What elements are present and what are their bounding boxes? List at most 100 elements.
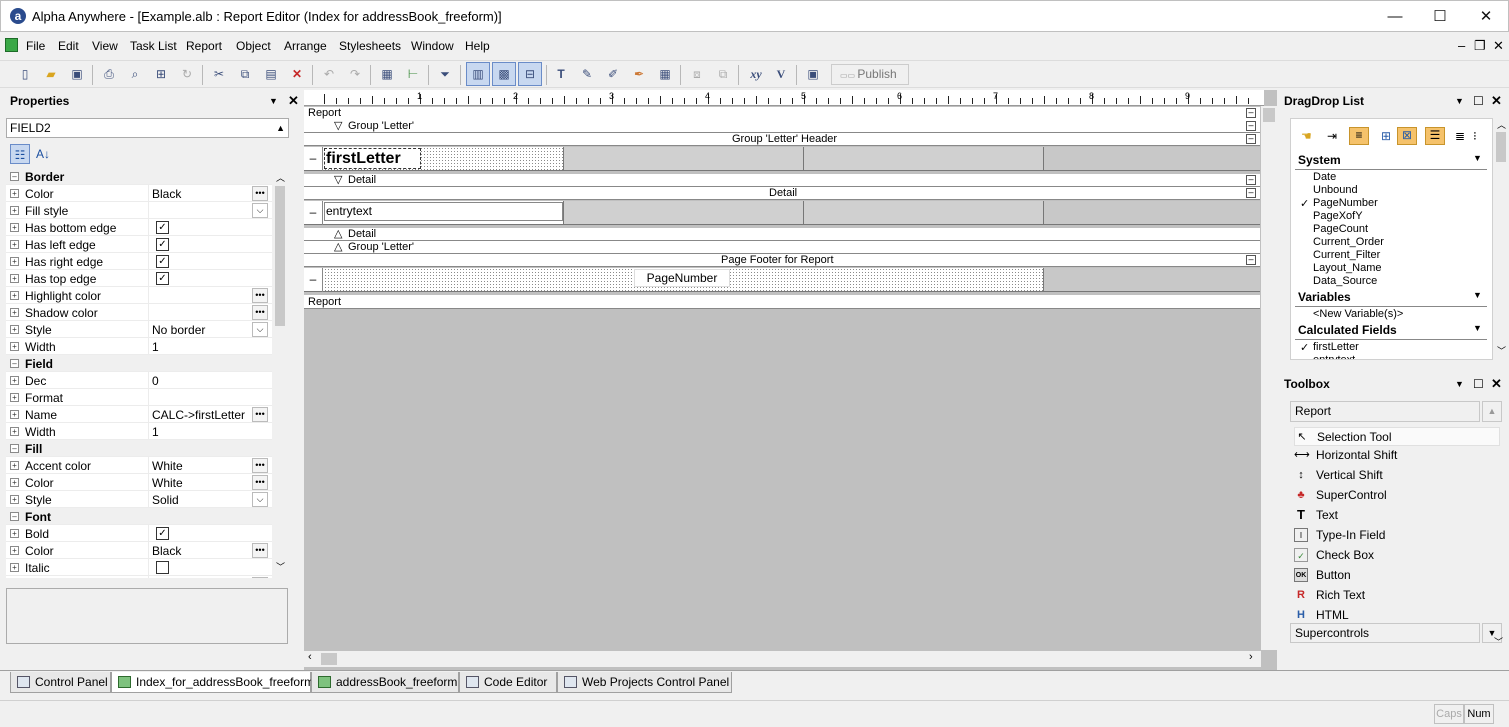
dragdrop-scrollbar[interactable]: ︿ ﹀ <box>1493 118 1509 358</box>
categorized-view-icon[interactable]: ☷ <box>10 144 30 164</box>
chevron-down-icon[interactable]: ⌵ <box>252 492 268 507</box>
chevron-down-icon[interactable]: ⌵ <box>252 577 268 578</box>
property-row[interactable]: + Has right edge ✓ <box>6 253 272 270</box>
property-row[interactable]: + Width 1 <box>6 423 272 440</box>
publish-button[interactable]: ▭▭ Publish <box>831 64 909 85</box>
delete-icon[interactable]: ✕ <box>288 65 306 83</box>
scroll-down-icon[interactable]: ﹀ <box>1497 344 1506 357</box>
list-view-icon[interactable]: ≡ <box>1349 127 1369 145</box>
document-icon[interactable] <box>5 38 18 52</box>
filter-icon[interactable]: ⏷ <box>436 65 454 83</box>
sort-icon[interactable]: ≣ <box>1455 129 1465 143</box>
scroll-right-icon[interactable]: › <box>1249 651 1253 663</box>
expand-icon[interactable]: + <box>10 189 19 198</box>
property-row[interactable]: + Style No border ⌵ <box>6 321 272 338</box>
property-row[interactable]: + Format <box>6 389 272 406</box>
collapse-icon[interactable]: – <box>1246 108 1256 118</box>
open-icon[interactable]: ▰ <box>42 65 60 83</box>
property-value[interactable]: Black <box>152 187 181 201</box>
ellipsis-button[interactable]: ••• <box>252 407 268 422</box>
menu-file[interactable]: File <box>26 39 45 53</box>
ellipsis-button[interactable]: ••• <box>252 475 268 490</box>
format-icon[interactable]: ✐ <box>604 65 622 83</box>
redo-icon[interactable]: ↷ <box>346 65 364 83</box>
list-item[interactable]: Unbound <box>1313 184 1358 196</box>
scroll-left-icon[interactable]: ‹ <box>308 651 312 663</box>
property-category[interactable]: – Field <box>6 355 272 372</box>
tool-text[interactable]: T Text <box>1294 506 1500 525</box>
relations-icon[interactable]: ⊢ <box>404 65 422 83</box>
edit-text-icon[interactable]: ✎ <box>578 65 596 83</box>
ellipsis-button[interactable]: ••• <box>252 458 268 473</box>
report-header-band[interactable]: Report – <box>304 107 1260 120</box>
section-handle[interactable]: – <box>306 272 320 286</box>
expand-icon[interactable]: + <box>10 291 19 300</box>
tree-toggle-icon[interactable]: ⊟ <box>518 62 542 86</box>
property-row[interactable]: + Has top edge ✓ <box>6 270 272 287</box>
property-value[interactable]: 0 <box>152 374 159 388</box>
scroll-up-icon[interactable]: ︿ <box>276 171 285 184</box>
property-value[interactable]: Solid <box>152 493 179 507</box>
property-row[interactable]: + Name CALC->firstLetter ••• <box>6 406 272 423</box>
property-checkbox[interactable]: ✓ <box>156 221 169 234</box>
new-icon[interactable]: ▯ <box>16 65 34 83</box>
property-row[interactable]: + Color Black ••• <box>6 185 272 202</box>
list-item[interactable]: Current_Filter <box>1313 249 1380 261</box>
detail-collapse-band[interactable]: ▽ Detail – <box>304 174 1260 187</box>
tab-code-editor[interactable]: Code Editor <box>459 672 557 693</box>
group-view-icon[interactable]: ⊠ <box>1397 127 1417 145</box>
print-icon[interactable]: ⎙ <box>100 65 118 83</box>
chevron-down-icon[interactable]: ▼ <box>1473 323 1482 333</box>
panel-menu-icon[interactable]: ▼ <box>1455 90 1464 112</box>
copy-icon[interactable]: ⧉ <box>236 65 254 83</box>
page-footer-band[interactable]: Page Footer for Report – <box>304 254 1260 267</box>
tool-rich-text[interactable]: R Rich Text <box>1294 586 1500 605</box>
image-icon[interactable]: ▣ <box>804 65 822 83</box>
chevron-down-icon[interactable]: ⌵ <box>252 322 268 337</box>
tab-addressbook-freeform[interactable]: addressBook_freeform <box>311 672 459 693</box>
text-style-icon[interactable]: T <box>552 65 570 83</box>
mdi-restore-icon[interactable]: ❐ <box>1474 38 1486 54</box>
property-row[interactable]: + Has left edge ✓ <box>6 236 272 253</box>
group-letter-band[interactable]: ▽ Group 'Letter' – <box>304 120 1260 133</box>
mdi-close-icon[interactable]: ✕ <box>1493 38 1504 54</box>
expand-icon[interactable]: + <box>10 342 19 351</box>
list-item[interactable]: entrytext <box>1313 354 1355 359</box>
scroll-thumb[interactable] <box>321 653 337 665</box>
property-checkbox[interactable]: ✓ <box>156 272 169 285</box>
field-list-icon[interactable]: ⇥ <box>1327 129 1337 143</box>
firstletter-field[interactable]: firstLetter <box>324 148 421 169</box>
canvas-vertical-scrollbar[interactable] <box>1261 106 1277 650</box>
new-variable-item[interactable]: <New Variable(s)> <box>1313 308 1403 320</box>
list-item[interactable]: PageNumber <box>1313 197 1378 209</box>
property-row[interactable]: + Shadow color ••• <box>6 304 272 321</box>
chevron-down-icon[interactable]: ▼ <box>1473 153 1482 163</box>
scroll-thumb[interactable] <box>1263 108 1275 122</box>
scroll-down-icon[interactable]: ﹀ <box>276 560 285 573</box>
more-icon[interactable]: ⁝ <box>1473 129 1477 143</box>
expand-icon[interactable]: + <box>10 325 19 334</box>
property-checkbox[interactable] <box>156 561 169 574</box>
panel-float-icon[interactable]: ☐ <box>1473 373 1484 395</box>
property-category[interactable]: – Font <box>6 508 272 525</box>
panel-close-icon[interactable]: ✕ <box>288 90 299 112</box>
paint-icon[interactable]: ✒ <box>630 65 648 83</box>
property-row[interactable]: + Highlight color ••• <box>6 287 272 304</box>
ellipsis-button[interactable]: ••• <box>252 543 268 558</box>
tool-selection[interactable]: ↖ Selection Tool <box>1294 427 1500 446</box>
property-category[interactable]: – Fill <box>6 440 272 457</box>
collapse-icon[interactable]: – <box>1246 121 1256 131</box>
expand-icon[interactable]: + <box>10 240 19 249</box>
expand-icon[interactable]: + <box>10 495 19 504</box>
property-value[interactable]: White <box>152 459 183 473</box>
properties-icon[interactable]: ▦ <box>378 65 396 83</box>
collapse-icon[interactable]: – <box>10 172 19 181</box>
grid-toggle-icon[interactable]: ▩ <box>492 62 516 86</box>
menu-task-list[interactable]: Task List <box>130 39 177 53</box>
expand-icon[interactable]: + <box>10 563 19 572</box>
property-value[interactable]: 1 <box>152 340 159 354</box>
property-checkbox[interactable]: ✓ <box>156 527 169 540</box>
expand-icon[interactable]: + <box>10 274 19 283</box>
collapse-triangle-icon[interactable]: ▽ <box>334 120 342 132</box>
tab-web-projects[interactable]: Web Projects Control Panel <box>557 672 732 693</box>
